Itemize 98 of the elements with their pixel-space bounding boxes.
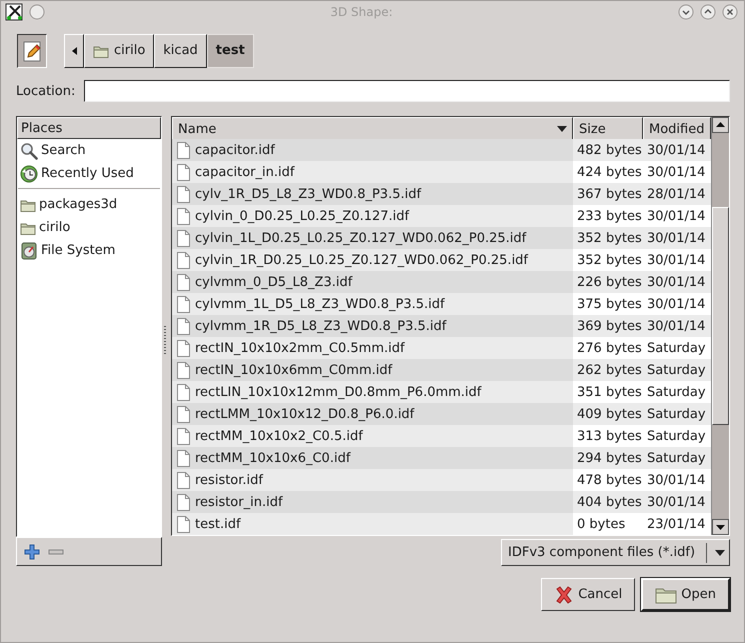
file-size: 424 bytes: [577, 164, 642, 180]
back-button[interactable]: [64, 34, 84, 68]
path-segment-button[interactable]: cirilo: [84, 34, 154, 68]
close-button[interactable]: [722, 4, 738, 20]
path-segment-button[interactable]: test: [206, 34, 254, 68]
file-icon: [176, 516, 190, 532]
file-modified-date: Saturday: [647, 428, 706, 444]
window-title: 3D Shape:: [329, 5, 394, 19]
search-icon: [20, 142, 38, 160]
file-modified-date: Saturday: [647, 406, 706, 422]
file-size: 0 bytes: [577, 516, 626, 532]
file-modified-date: Saturday: [647, 362, 706, 378]
cancel-button[interactable]: Cancel: [541, 578, 636, 611]
file-icon: [176, 384, 190, 400]
file-modified-date: 30/01/14: [647, 296, 706, 312]
file-modified-date: 30/01/14: [647, 494, 706, 510]
file-size: 276 bytes: [577, 340, 642, 356]
file-icon: [176, 340, 190, 356]
file-modified-date: Saturday: [647, 450, 706, 466]
file-icon: [176, 450, 190, 466]
file-icon: [176, 142, 190, 158]
file-icon: [176, 362, 190, 378]
folder-icon: [655, 586, 678, 604]
folder-icon: [20, 198, 36, 212]
add-icon[interactable]: [24, 544, 40, 560]
file-name[interactable]: resistor.idf: [195, 472, 263, 488]
file-icon: [176, 230, 190, 246]
file-name[interactable]: capacitor_in.idf: [195, 164, 294, 180]
file-modified-date: 30/01/14: [647, 230, 706, 246]
file-size: 367 bytes: [577, 186, 642, 202]
file-modified-date: 23/01/14: [647, 516, 706, 532]
file-name[interactable]: resistor_in.idf: [195, 494, 283, 510]
place-item[interactable]: Recently Used: [41, 166, 134, 181]
left-arrow-icon: [71, 46, 77, 54]
place-item[interactable]: cirilo: [39, 220, 70, 235]
file-icon: [176, 208, 190, 224]
scroll-down-button[interactable]: [712, 519, 729, 535]
file-icon: [176, 274, 190, 290]
file-icon: [176, 252, 190, 268]
clock-icon: [20, 164, 38, 182]
file-icon: [176, 428, 190, 444]
file-modified-date: 30/01/14: [647, 208, 706, 224]
folder-icon: [20, 220, 36, 234]
file-size: 233 bytes: [577, 208, 642, 224]
file-size: 478 bytes: [577, 472, 642, 488]
path-segment-button[interactable]: kicad: [154, 34, 207, 68]
place-item[interactable]: packages3d: [39, 197, 118, 212]
file-name[interactable]: capacitor.idf: [195, 142, 275, 158]
file-modified-date: 30/01/14: [647, 142, 706, 158]
file-size: 262 bytes: [577, 362, 642, 378]
file-modified-date: Saturday: [647, 340, 706, 356]
file-modified-date: 30/01/14: [647, 318, 706, 334]
file-size: 226 bytes: [577, 274, 642, 290]
maximize-button[interactable]: [700, 4, 716, 20]
edit-location-toggle[interactable]: [17, 34, 47, 68]
cross-icon: [554, 584, 574, 604]
file-icon: [176, 406, 190, 422]
minimize-button[interactable]: [678, 4, 694, 20]
file-modified-date: 30/01/14: [647, 164, 706, 180]
column-header[interactable]: Modified: [643, 117, 711, 141]
file-size: 409 bytes: [577, 406, 642, 422]
file-size: 352 bytes: [577, 230, 642, 246]
column-header[interactable]: Name: [172, 117, 573, 141]
location-field[interactable]: [84, 80, 730, 102]
file-name[interactable]: test.idf: [195, 516, 241, 532]
file-size: 351 bytes: [577, 384, 642, 400]
file-icon: [176, 318, 190, 334]
open-button[interactable]: Open: [641, 578, 730, 611]
scrollbar-thumb[interactable]: [712, 207, 729, 425]
place-item[interactable]: File System: [41, 243, 116, 258]
file-size: 352 bytes: [577, 252, 642, 268]
file-size: 482 bytes: [577, 142, 642, 158]
file-modified-date: 28/01/14: [647, 186, 706, 202]
file-modified-date: Saturday: [647, 384, 706, 400]
file-size: 313 bytes: [577, 428, 642, 444]
file-icon: [176, 472, 190, 488]
file-icon: [176, 296, 190, 312]
app-icon: [5, 3, 23, 21]
file-type-dropdown[interactable]: IDFv3 component files (*.idf): [501, 539, 730, 566]
file-size: 294 bytes: [577, 450, 642, 466]
places-header[interactable]: Places: [17, 117, 161, 139]
pencil-icon: [22, 40, 42, 62]
dropdown-arrow-icon: [715, 550, 725, 556]
file-size: 404 bytes: [577, 494, 642, 510]
file-icon: [176, 186, 190, 202]
column-header[interactable]: Size: [573, 117, 643, 141]
location-label: Location:: [16, 84, 76, 98]
place-item[interactable]: Search: [41, 143, 86, 158]
file-size: 375 bytes: [577, 296, 642, 312]
file-modified-date: 30/01/14: [647, 472, 706, 488]
file-icon: [176, 164, 190, 180]
file-modified-date: 30/01/14: [647, 274, 706, 290]
file-modified-date: 30/01/14: [647, 252, 706, 268]
file-size: 369 bytes: [577, 318, 642, 334]
scroll-up-button[interactable]: [712, 117, 729, 133]
file-icon: [176, 494, 190, 510]
folder-icon: [93, 44, 109, 58]
drive-icon: [20, 242, 38, 260]
